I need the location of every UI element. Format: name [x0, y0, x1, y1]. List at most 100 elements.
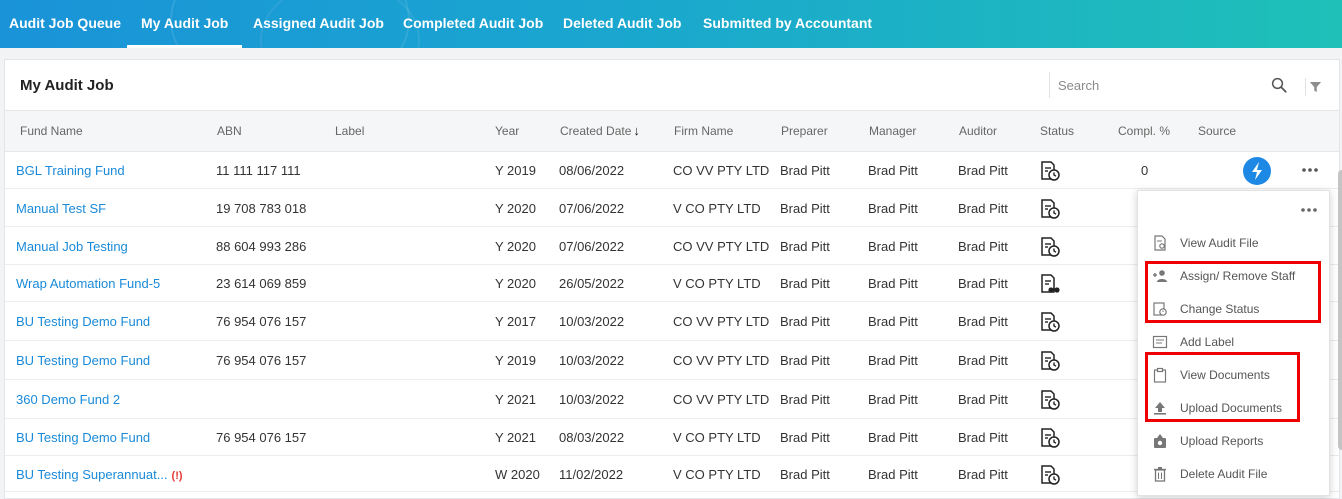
created-date-cell: 07/06/2022 — [559, 239, 625, 254]
manager-cell: Brad Pitt — [868, 276, 918, 291]
fund-name-link[interactable]: BU Testing Demo Fund — [16, 314, 150, 329]
created-date-cell: 26/05/2022 — [559, 276, 625, 291]
table-row[interactable]: BGL Training Fund 11 111 117 111 Y 2019 08/… — [5, 151, 1339, 189]
fund-name-link[interactable]: BU Testing Demo Fund — [16, 430, 150, 445]
trash-icon — [1154, 467, 1166, 482]
search-box — [1049, 72, 1299, 98]
manager-cell: Brad Pitt — [868, 467, 918, 482]
page-title: My Audit Job — [20, 77, 114, 94]
tab-assigned-audit-job[interactable]: Assigned Audit Job — [253, 0, 384, 48]
created-date-cell: 10/03/2022 — [559, 353, 625, 368]
firm-name-cell: CO VV PTY LTD — [673, 353, 770, 368]
year-cell: Y 2019 — [495, 163, 536, 178]
status-view-icon[interactable] — [1039, 273, 1061, 295]
firm-name-cell: V CO PTY LTD — [673, 276, 761, 291]
preparer-cell: Brad Pitt — [780, 276, 830, 291]
column-header-source[interactable]: Source — [1198, 111, 1236, 151]
firm-name-cell: CO VV PTY LTD — [673, 392, 770, 407]
menu-item-upload-reports[interactable]: Upload Reports — [1138, 426, 1331, 456]
auditor-cell: Brad Pitt — [958, 353, 1008, 368]
status-clock-icon[interactable] — [1039, 198, 1061, 220]
created-date-cell: 10/03/2022 — [559, 392, 625, 407]
search-input[interactable] — [1058, 74, 1263, 96]
created-date-cell: 10/03/2022 — [559, 314, 625, 329]
view-file-icon — [1154, 235, 1166, 251]
status-clock-icon[interactable] — [1039, 389, 1061, 411]
status-clock-icon[interactable] — [1039, 350, 1061, 372]
manager-cell: Brad Pitt — [868, 430, 918, 445]
menu-item-label: Add Label — [1180, 335, 1235, 349]
tab-submitted-by-accountant[interactable]: Submitted by Accountant — [703, 0, 872, 48]
menu-item-view-audit-file[interactable]: View Audit File — [1138, 228, 1331, 258]
vertical-scrollbar[interactable] — [1338, 170, 1342, 450]
manager-cell: Brad Pitt — [868, 314, 918, 329]
auditor-cell: Brad Pitt — [958, 467, 1008, 482]
column-header-completion[interactable]: Compl. % — [1118, 111, 1170, 151]
fund-name-link[interactable]: 360 Demo Fund 2 — [16, 392, 120, 407]
column-header-abn[interactable]: ABN — [217, 111, 242, 151]
tab-deleted-audit-job[interactable]: Deleted Audit Job — [563, 0, 682, 48]
year-cell: Y 2019 — [495, 353, 536, 368]
column-header-auditor[interactable]: Auditor — [959, 111, 997, 151]
column-header-manager[interactable]: Manager — [869, 111, 916, 151]
row-actions-menu: View Audit File Assign/ Remove Staff Cha… — [1137, 190, 1330, 496]
menu-item-label: Delete Audit File — [1180, 467, 1268, 481]
fund-name-link[interactable]: Wrap Automation Fund-5 — [16, 276, 160, 291]
status-clock-icon[interactable] — [1039, 311, 1061, 333]
filter-icon[interactable] — [1305, 78, 1323, 96]
status-clock-icon[interactable] — [1039, 464, 1061, 486]
abn-cell: 76 954 076 157 — [216, 353, 307, 368]
column-header-status[interactable]: Status — [1040, 111, 1074, 151]
menu-item-label: View Audit File — [1180, 236, 1259, 250]
preparer-cell: Brad Pitt — [780, 163, 830, 178]
fund-name-link[interactable]: Manual Test SF — [16, 201, 106, 216]
column-header-preparer[interactable]: Preparer — [781, 111, 828, 151]
firm-name-cell: CO VV PTY LTD — [673, 314, 770, 329]
auditor-cell: Brad Pitt — [958, 163, 1008, 178]
created-date-cell: 11/02/2022 — [559, 467, 624, 482]
firm-name-cell: CO VV PTY LTD — [673, 239, 770, 254]
upload-report-icon — [1154, 434, 1166, 448]
abn-cell: 76 954 076 157 — [216, 430, 307, 445]
status-clock-icon[interactable] — [1039, 236, 1061, 258]
manager-cell: Brad Pitt — [868, 392, 918, 407]
manager-cell: Brad Pitt — [868, 201, 918, 216]
search-icon[interactable] — [1270, 76, 1288, 94]
tab-my-audit-job[interactable]: My Audit Job — [126, 0, 243, 48]
tab-audit-job-queue[interactable]: Audit Job Queue — [9, 0, 121, 48]
preparer-cell: Brad Pitt — [780, 353, 830, 368]
more-options-icon[interactable] — [1299, 161, 1321, 179]
column-header-fund-name[interactable]: Fund Name — [20, 111, 83, 151]
fund-name-link[interactable]: Manual Job Testing — [16, 239, 128, 254]
created-date-cell: 08/03/2022 — [559, 430, 625, 445]
tab-completed-audit-job[interactable]: Completed Audit Job — [403, 0, 543, 48]
fund-name-link[interactable]: BGL Training Fund — [16, 163, 125, 178]
auditor-cell: Brad Pitt — [958, 314, 1008, 329]
top-navigation: Audit Job Queue My Audit Job Assigned Au… — [0, 0, 1342, 48]
fund-name-link[interactable]: BU Testing Demo Fund — [16, 353, 150, 368]
manager-cell: Brad Pitt — [868, 163, 918, 178]
status-clock-icon[interactable] — [1039, 160, 1061, 182]
column-header-label[interactable]: Label — [335, 111, 364, 151]
column-header-created-date[interactable]: Created Date ↓ — [560, 111, 640, 151]
year-cell: Y 2021 — [495, 430, 536, 445]
firm-name-cell: V CO PTY LTD — [673, 467, 761, 482]
column-header-created-date-label: Created Date — [560, 124, 632, 138]
preparer-cell: Brad Pitt — [780, 467, 830, 482]
menu-item-delete-audit-file[interactable]: Delete Audit File — [1138, 459, 1331, 489]
sync-warning-icon[interactable]: (!) — [172, 470, 183, 482]
status-clock-icon[interactable] — [1039, 427, 1061, 449]
auditor-cell: Brad Pitt — [958, 276, 1008, 291]
column-header-year[interactable]: Year — [495, 111, 519, 151]
fund-name-link[interactable]: BU Testing Superannuat... (!) — [16, 467, 183, 482]
sort-down-arrow-icon: ↓ — [633, 123, 640, 138]
manager-cell: Brad Pitt — [868, 239, 918, 254]
abn-cell: 88 604 993 286 — [216, 239, 307, 254]
more-options-icon[interactable] — [1298, 203, 1320, 217]
preparer-cell: Brad Pitt — [780, 314, 830, 329]
menu-item-label: Upload Reports — [1180, 434, 1264, 448]
highlight-box — [1145, 261, 1321, 323]
abn-cell: 11 111 117 111 — [216, 163, 301, 178]
column-header-firm-name[interactable]: Firm Name — [674, 111, 733, 151]
firm-name-cell: CO VV PTY LTD — [673, 163, 770, 178]
